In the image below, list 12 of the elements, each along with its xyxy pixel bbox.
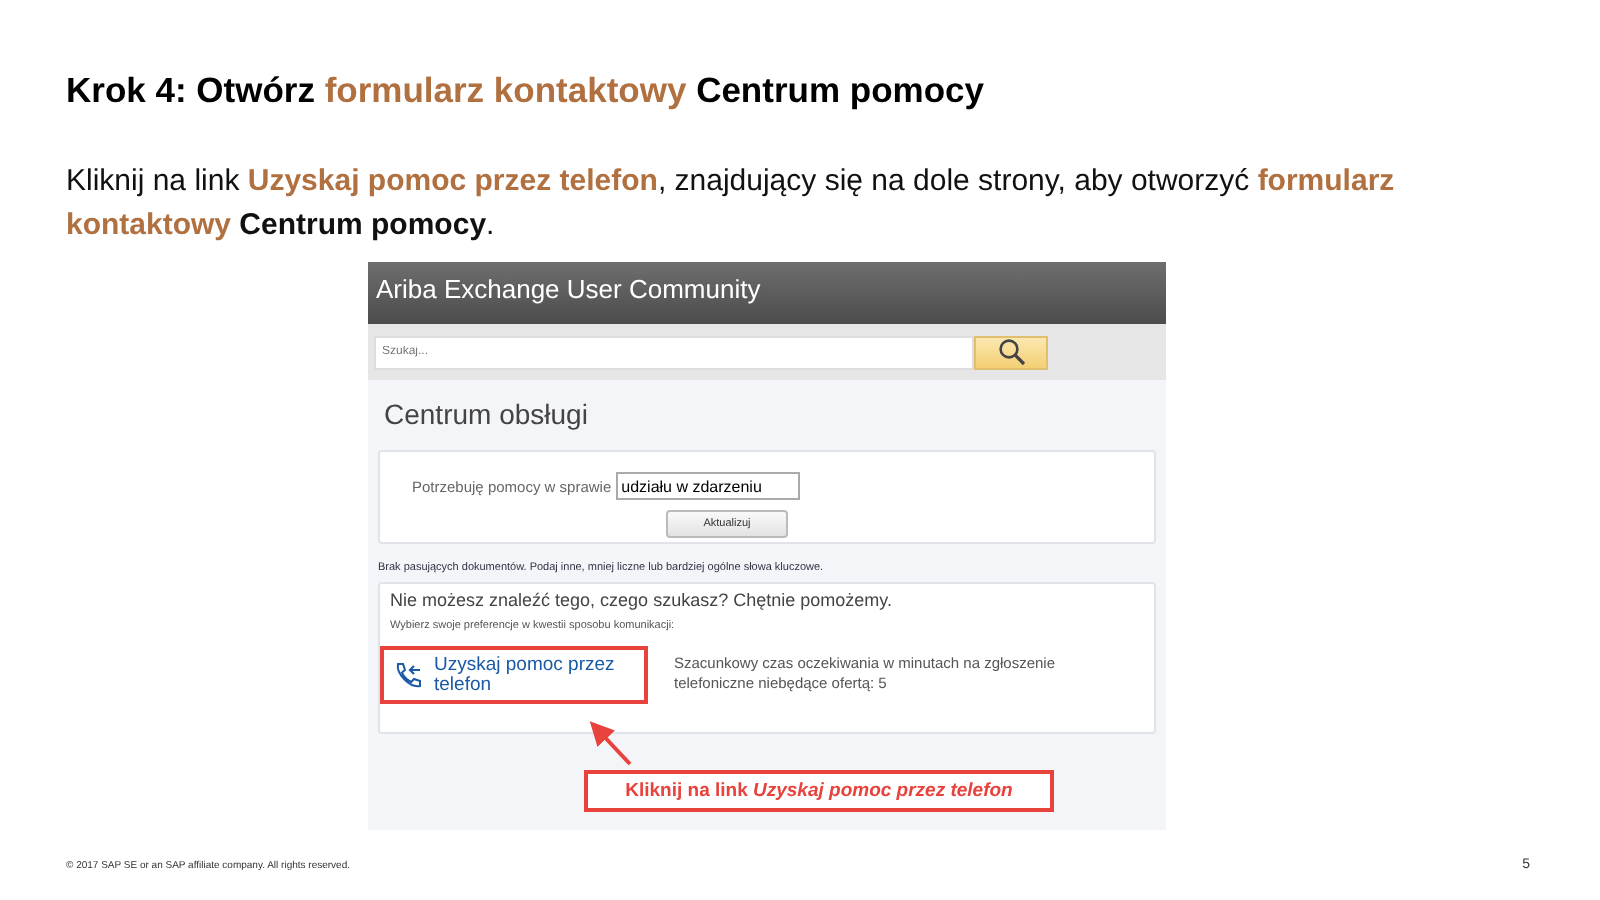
topic-field[interactable]: udziału w zdarzeniu: [615, 472, 800, 500]
callout-label: Kliknij na link Uzyskaj pomoc przez telefon: [584, 770, 1054, 812]
search-button[interactable]: [974, 335, 1048, 369]
site-header: Ariba Exchange User Community: [368, 262, 1166, 324]
page-title: Centrum obsługi: [384, 398, 590, 430]
instruction-text: Kliknij na link Uzyskaj pomoc przez telefon, znajdujący się na dole strony, aby otworzyć formularz kontaktowy Centrum pomocy.: [66, 162, 1397, 246]
search-icon: [997, 338, 1025, 366]
phone-icon: [392, 659, 424, 691]
phone-link[interactable]: Uzyskaj pomoc przez telefon: [380, 646, 648, 704]
help-heading: Nie możesz znaleźć tego, czego szukasz? Chętnie pomożemy.: [390, 590, 894, 610]
pointer-arrow: [588, 718, 636, 770]
slide-title: Krok 4: Otwórz formularz kontaktowy Centrum pomocy: [66, 70, 984, 112]
